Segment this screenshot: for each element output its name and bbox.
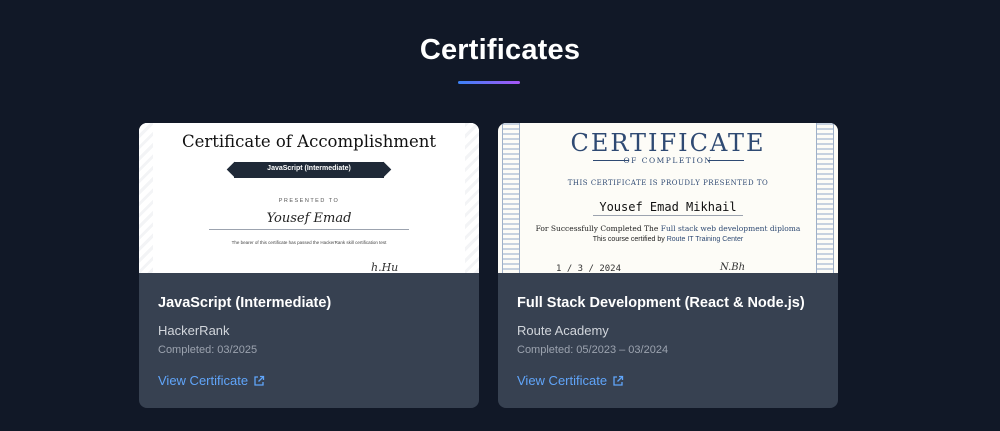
preview-heading: Certificate of Accomplishment — [181, 132, 437, 151]
certificate-card-javascript: Certificate of Accomplishment JavaScript… — [139, 123, 479, 408]
view-certificate-label: View Certificate — [158, 373, 249, 388]
view-certificate-label: View Certificate — [517, 373, 608, 388]
certificate-preview-image[interactable]: CERTIFICATE OF COMPLETION THIS CERTIFICA… — [498, 123, 838, 273]
preview-name-line — [593, 215, 743, 216]
certificate-preview-image[interactable]: Certificate of Accomplishment JavaScript… — [139, 123, 479, 273]
preview-ribbon-text: JavaScript (Intermediate) — [267, 165, 351, 172]
section-title: Certificates — [419, 34, 581, 66]
preview-date: 1 / 3 / 2024 — [556, 264, 622, 273]
card-issuer: Route Academy — [517, 323, 609, 338]
preview-recipient-name: Yousef Emad — [266, 211, 352, 226]
card-issuer: HackerRank — [158, 323, 230, 338]
preview-signature: N.Bh — [720, 262, 746, 273]
preview-heading: CERTIFICATE — [570, 129, 766, 157]
preview-description: The bearer of this certificate has passe… — [231, 240, 387, 245]
card-date: Completed: 03/2025 — [158, 344, 258, 356]
preview-certified-org: Route IT Training Center — [666, 236, 744, 243]
external-link-icon — [613, 375, 624, 386]
card-title: JavaScript (Intermediate) — [158, 295, 332, 311]
preview-certified-line: This course certified by Route IT Traini… — [498, 236, 838, 243]
card-title: Full Stack Development (React & Node.js) — [517, 295, 805, 311]
preview-name-line — [209, 229, 409, 230]
preview-signature: h.Hu — [371, 261, 399, 273]
preview-completed-prefix: For Successfully Completed The — [535, 224, 659, 233]
preview-subheading: OF COMPLETION — [623, 156, 713, 165]
view-certificate-link[interactable]: View Certificate — [158, 373, 265, 388]
preview-recipient-name: Yousef Emad Mikhail — [599, 200, 737, 214]
external-link-icon — [254, 375, 265, 386]
preview-certified-prefix: This course certified by — [592, 236, 665, 243]
view-certificate-link[interactable]: View Certificate — [517, 373, 624, 388]
preview-completed-course: Full stack web development diploma — [660, 224, 801, 233]
preview-completed-line: For Successfully Completed The Full stac… — [498, 224, 838, 233]
preview-proudly-presented: THIS CERTIFICATE IS PROUDLY PRESENTED TO — [567, 179, 769, 187]
preview-presented-to: PRESENTED TO — [278, 198, 340, 204]
certificate-card-fullstack: CERTIFICATE OF COMPLETION THIS CERTIFICA… — [498, 123, 838, 408]
card-date: Completed: 05/2023 – 03/2024 — [517, 344, 669, 356]
title-underline — [458, 81, 520, 84]
